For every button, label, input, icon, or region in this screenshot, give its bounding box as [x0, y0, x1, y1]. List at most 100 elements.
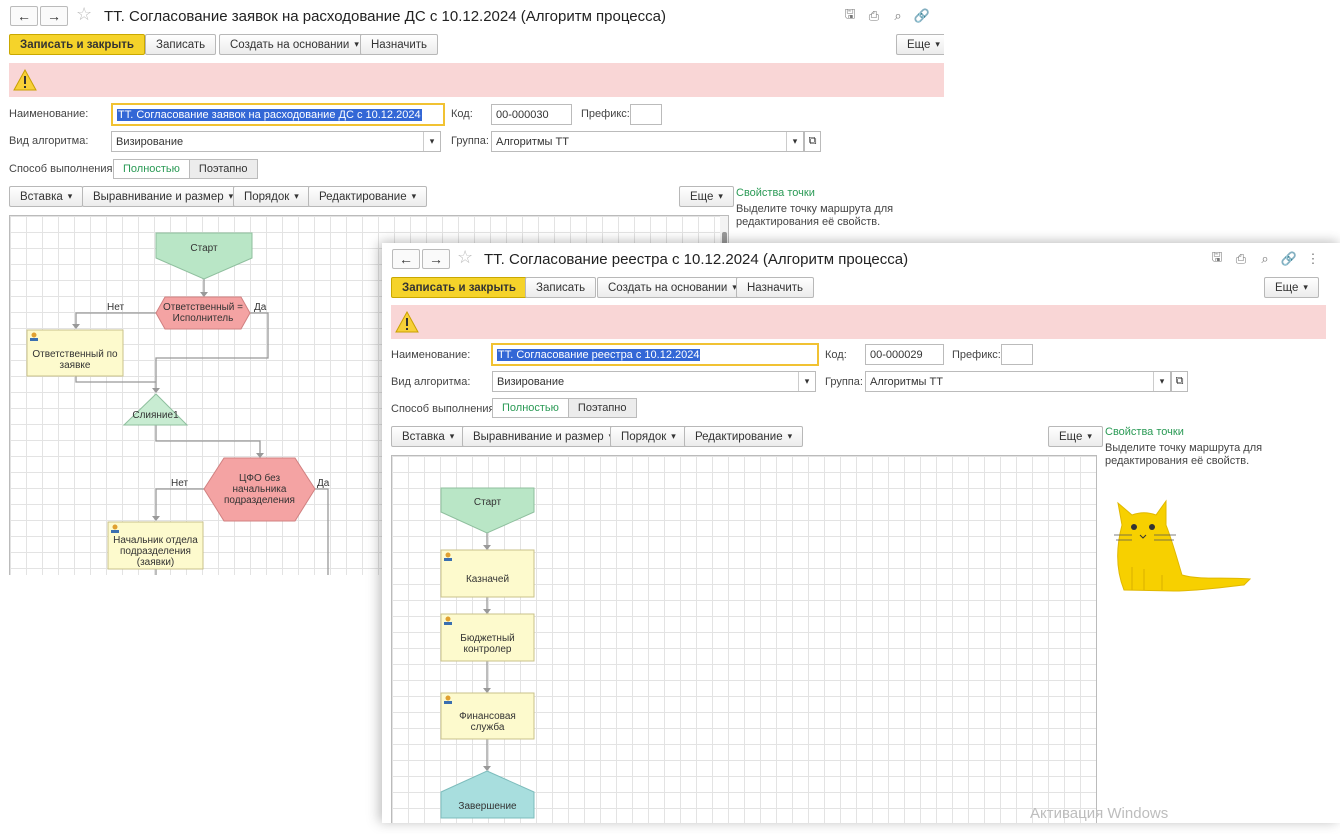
mode-full-option[interactable]: Полностью	[113, 159, 190, 179]
create-based-on-button[interactable]: Создать на основании	[597, 277, 748, 298]
assign-button[interactable]: Назначить	[736, 277, 815, 298]
node-start-label[interactable]: Старт	[156, 233, 252, 263]
preview-icon[interactable]: ⌕	[1257, 251, 1273, 267]
open-icon[interactable]: ⧉	[804, 131, 821, 152]
align-size-menu[interactable]: Выравнивание и размер	[82, 186, 245, 207]
more-editor-button[interactable]: Еще	[679, 186, 734, 207]
group-select[interactable]: Алгоритмы ТТ ▾	[865, 371, 1171, 392]
chevron-down-icon[interactable]: ▾	[798, 372, 815, 391]
kebab-menu-icon[interactable]: ⋮	[1305, 251, 1321, 267]
group-label: Группа:	[451, 135, 489, 147]
name-input[interactable]: ТТ. Согласование заявок на расходование …	[111, 103, 445, 126]
more-button[interactable]: Еще	[896, 34, 944, 55]
prefix-label: Префикс:	[952, 349, 1001, 361]
mode-label: Способ выполнения:	[391, 403, 498, 415]
node-start-label[interactable]: Старт	[441, 488, 534, 516]
order-menu[interactable]: Порядок	[610, 426, 687, 447]
name-label: Наименование:	[391, 349, 471, 361]
save-icon[interactable]: 🖫	[842, 6, 858, 24]
kind-select[interactable]: Визирование ▾	[492, 371, 816, 392]
order-menu[interactable]: Порядок	[233, 186, 310, 207]
prefix-input[interactable]	[1001, 344, 1033, 365]
group-select[interactable]: Алгоритмы ТТ ▾	[491, 131, 804, 152]
windows-activation-watermark: Активация Windows	[1030, 805, 1169, 822]
node-task-label[interactable]: Начальник отдела подразделения (заявки)	[108, 533, 203, 569]
insert-menu[interactable]: Вставка	[391, 426, 466, 447]
chevron-down-icon[interactable]: ▾	[1153, 372, 1170, 391]
code-input[interactable]: 00-000029	[865, 344, 944, 365]
back-button[interactable]: ←	[10, 6, 38, 26]
save-and-close-button[interactable]: Записать и закрыть	[9, 34, 145, 55]
node-task-label[interactable]: Казначей	[441, 562, 534, 597]
kind-select[interactable]: Визирование ▾	[111, 131, 441, 152]
group-value: Алгоритмы ТТ	[496, 135, 569, 148]
warning-icon	[395, 311, 419, 333]
point-properties-hint: Выделите точку маршрута для редактирован…	[736, 203, 894, 228]
save-button[interactable]: Записать	[145, 34, 217, 55]
code-label: Код:	[451, 108, 473, 120]
favorite-star-icon[interactable]: ☆	[457, 247, 473, 268]
prefix-input[interactable]	[630, 104, 662, 125]
kind-value: Визирование	[116, 135, 184, 148]
save-button[interactable]: Записать	[525, 277, 597, 298]
mode-step-option[interactable]: Поэтапно	[568, 398, 637, 418]
edge-label-yes: Да	[254, 302, 267, 313]
edge-label-no: Нет	[171, 478, 189, 489]
back-button[interactable]: ←	[392, 249, 420, 269]
edge-label-no: Нет	[107, 302, 125, 313]
point-properties-title: Свойства точки	[1105, 426, 1184, 438]
name-value: ТТ. Согласование заявок на расходование …	[117, 108, 422, 121]
edit-menu[interactable]: Редактирование	[308, 186, 428, 207]
link-icon[interactable]: 🔗	[1281, 251, 1297, 267]
kind-label: Вид алгоритма:	[391, 376, 471, 388]
prefix-label: Префикс:	[581, 108, 630, 120]
node-condition-label[interactable]: ЦФО без начальника подразделения	[224, 458, 295, 521]
node-task-label[interactable]: Ответственный по заявке	[27, 343, 123, 376]
more-button[interactable]: Еще	[1264, 277, 1319, 298]
node-task-label[interactable]: Финансовая служба	[441, 705, 534, 739]
window-title: ТТ. Согласование заявок на расходование …	[104, 8, 666, 25]
node-end-label[interactable]: Завершение	[441, 794, 534, 818]
name-label: Наименование:	[9, 108, 89, 120]
group-label: Группа:	[825, 376, 863, 388]
code-label: Код:	[825, 349, 847, 361]
preview-icon[interactable]: ⌕	[890, 8, 906, 24]
warning-icon	[13, 69, 37, 91]
edit-menu[interactable]: Редактирование	[684, 426, 804, 447]
cat-illustration-icon	[1114, 499, 1252, 592]
save-and-close-button[interactable]: Записать и закрыть	[391, 277, 527, 298]
kind-value: Визирование	[497, 375, 565, 388]
group-value: Алгоритмы ТТ	[870, 375, 943, 388]
mode-label: Способ выполнения:	[9, 163, 116, 175]
node-task-label[interactable]: Бюджетный контролер	[441, 626, 534, 661]
process-window-front: ← → ☆ ТТ. Согласование реестра с 10.12.2…	[382, 243, 1340, 823]
print-icon[interactable]: ⎙	[866, 8, 882, 24]
point-properties-hint: Выделите точку маршрута для редактирован…	[1105, 442, 1263, 467]
mode-step-option[interactable]: Поэтапно	[189, 159, 258, 179]
insert-menu[interactable]: Вставка	[9, 186, 84, 207]
chevron-down-icon[interactable]: ▾	[423, 132, 440, 151]
chevron-down-icon[interactable]: ▾	[786, 132, 803, 151]
edge-label-yes: Да	[317, 478, 330, 489]
create-based-on-button[interactable]: Создать на основании	[219, 34, 370, 55]
open-icon[interactable]: ⧉	[1171, 371, 1188, 392]
favorite-star-icon[interactable]: ☆	[76, 4, 92, 25]
mode-full-option[interactable]: Полностью	[492, 398, 569, 418]
flowchart-canvas[interactable]: Старт Казначей Бюджетный контролер Финан…	[391, 455, 1097, 823]
align-size-menu[interactable]: Выравнивание и размер	[462, 426, 625, 447]
point-properties-title: Свойства точки	[736, 187, 815, 199]
link-icon[interactable]: 🔗	[914, 8, 930, 24]
assign-button[interactable]: Назначить	[360, 34, 439, 55]
warning-band	[9, 63, 944, 97]
code-input[interactable]: 00-000030	[491, 104, 572, 125]
more-editor-button[interactable]: Еще	[1048, 426, 1103, 447]
forward-button[interactable]: →	[422, 249, 450, 269]
node-merge-label[interactable]: Слияние1	[124, 406, 187, 424]
forward-button[interactable]: →	[40, 6, 68, 26]
save-icon[interactable]: 🖫	[1209, 249, 1225, 267]
name-input[interactable]: ТТ. Согласование реестра с 10.12.2024	[491, 343, 819, 366]
mode-toggle: Полностью Поэтапно	[492, 398, 637, 418]
print-icon[interactable]: ⎙	[1233, 251, 1249, 267]
mode-toggle: Полностью Поэтапно	[113, 159, 258, 179]
node-condition-label[interactable]: Ответственный = Исполнитель	[160, 297, 246, 329]
